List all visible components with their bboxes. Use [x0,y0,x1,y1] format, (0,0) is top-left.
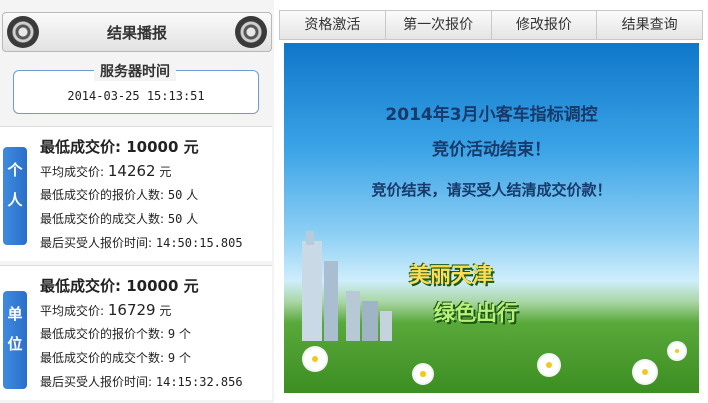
server-time-label: 服务器时间 [94,61,176,81]
min-deal-count-label: 最低成交价的成交人数: [40,212,165,226]
daisy-flower [414,365,432,383]
banner-subheading: 竞价活动结束！ [432,140,551,160]
result-panel: 结果播报 服务器时间 2014-03-25 15:13:51 个 人 最低成交价… [0,0,274,403]
min-deal-count-row: 最低成交价的成交个数: 9 个 [40,346,243,370]
avg-price-value: 14262 [107,162,156,180]
slogan-beautiful-tianjin: 美丽天津 [409,263,493,287]
avg-price-label: 平均成交价: [40,304,105,318]
min-price-label: 最低成交价: [40,277,121,295]
min-bid-count-label: 最低成交价的报价个数: [40,327,165,341]
unit-tab-char: 位 [7,335,23,353]
personal-results: 个 人 最低成交价: 10000 元 平均成交价: 14262 元 最低成交价的… [0,126,272,261]
min-price-row: 最低成交价: 10000 元 [40,135,243,159]
last-time-label: 最后买受人报价时间: [40,375,153,389]
result-title: 结果播报 [106,24,167,42]
last-time-value: 14:50:15.805 [155,236,243,250]
min-price-row: 最低成交价: 10000 元 [40,274,243,298]
avg-price-unit: 元 [159,304,172,318]
min-bid-count-label: 最低成交价的报价人数: [40,188,165,202]
avg-price-row: 平均成交价: 14262 元 [40,159,243,183]
unit-results: 单 位 最低成交价: 10000 元 平均成交价: 16729 元 最低成交价的… [0,265,272,400]
min-price-unit: 元 [183,277,199,295]
min-bid-count-value: 9 [167,327,176,341]
avg-price-unit: 元 [159,165,172,179]
unit-tab: 单 位 [3,291,27,389]
auction-end-banner: 2014年3月小客车指标调控 竞价活动结束！ 竞价结束，请买受人结清成交价款！ … [284,43,699,393]
tab-result-query[interactable]: 结果查询 [597,10,703,40]
result-header: 结果播报 [2,12,272,52]
wheel-icon [235,16,267,48]
avg-price-row: 平均成交价: 16729 元 [40,298,243,322]
server-time-value: 2014-03-25 15:13:51 [67,89,205,103]
tab-first-bid[interactable]: 第一次报价 [385,10,492,40]
last-time-value: 14:15:32.856 [155,375,243,389]
tab-modify-bid[interactable]: 修改报价 [491,10,598,40]
min-bid-count-unit: 个 [178,327,191,341]
city-skyline-illustration [302,231,392,341]
personal-tab: 个 人 [3,147,27,245]
unit-tab-char: 单 [7,305,23,323]
min-bid-count-value: 50 [167,188,183,202]
tab-activate[interactable]: 资格激活 [279,10,386,40]
min-bid-count-unit: 人 [186,188,199,202]
last-time-row: 最后买受人报价时间: 14:15:32.856 [40,370,243,394]
min-deal-count-row: 最低成交价的成交人数: 50 人 [40,207,243,231]
last-time-row: 最后买受人报价时间: 14:50:15.805 [40,231,243,255]
min-price-label: 最低成交价: [40,138,121,156]
avg-price-label: 平均成交价: [40,165,105,179]
avg-price-value: 16729 [107,301,156,319]
personal-tab-char: 个 [7,161,23,179]
server-time-box: 服务器时间 2014-03-25 15:13:51 [13,61,259,114]
slogan-green-travel: 绿色出行 [434,301,518,325]
daisy-flower [304,348,326,370]
daisy-flower [539,355,559,375]
last-time-label: 最后买受人报价时间: [40,236,153,250]
banner-heading: 2014年3月小客车指标调控 [385,105,598,125]
min-deal-count-unit: 人 [186,212,199,226]
banner-notice: 竞价结束，请买受人结清成交价款！ [371,181,612,199]
min-price-value: 10000 [126,277,179,295]
personal-tab-char: 人 [7,191,23,209]
min-deal-count-unit: 个 [178,351,191,365]
min-deal-count-value: 50 [167,212,183,226]
nav-tabs: 资格激活 第一次报价 修改报价 结果查询 [279,10,703,40]
daisy-flower [634,361,656,383]
main-panel: 资格激活 第一次报价 修改报价 结果查询 2014年3月小客车指标调控 竞价活动… [279,0,708,403]
daisy-flower [669,343,685,359]
min-bid-count-row: 最低成交价的报价个数: 9 个 [40,322,243,346]
min-deal-count-value: 9 [167,351,176,365]
min-price-value: 10000 [126,138,179,156]
min-deal-count-label: 最低成交价的成交个数: [40,351,165,365]
min-price-unit: 元 [183,138,199,156]
min-bid-count-row: 最低成交价的报价人数: 50 人 [40,183,243,207]
